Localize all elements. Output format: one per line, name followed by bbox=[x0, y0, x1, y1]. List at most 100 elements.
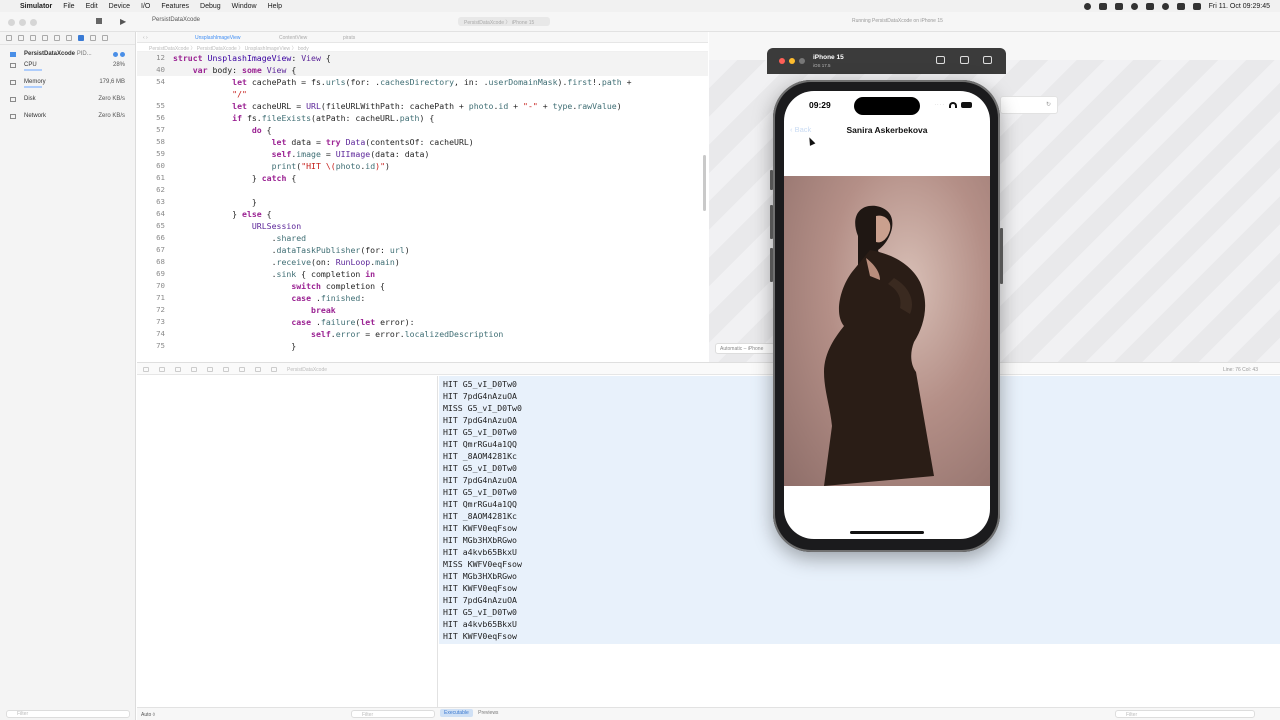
line-number[interactable]: 74 bbox=[137, 328, 165, 340]
line-number[interactable]: 57 bbox=[137, 124, 165, 136]
menu-clock[interactable]: Fri 11. Oct 09:29:45 bbox=[1209, 3, 1270, 10]
screen-mirroring-icon[interactable] bbox=[1130, 2, 1138, 10]
line-number[interactable]: 55 bbox=[137, 100, 165, 112]
home-icon[interactable] bbox=[936, 56, 945, 64]
location-icon[interactable] bbox=[271, 367, 277, 372]
tab-unsplashimageview[interactable]: UnsplashImageView bbox=[195, 35, 241, 41]
line-number[interactable]: 69 bbox=[137, 268, 165, 280]
line-number[interactable]: 68 bbox=[137, 256, 165, 268]
code-line[interactable]: 54 let cachePath = fs.urls(for: .cachesD… bbox=[137, 76, 708, 88]
navigator-filter-field[interactable]: Filter bbox=[6, 710, 130, 718]
line-number[interactable]: 54 bbox=[137, 76, 165, 88]
menu-edit[interactable]: Edit bbox=[86, 3, 98, 10]
code-line[interactable]: 75 } bbox=[137, 340, 708, 352]
line-text[interactable]: switch completion { bbox=[173, 280, 385, 292]
menu-features[interactable]: Features bbox=[161, 3, 189, 10]
line-text[interactable]: let cacheURL = URL(fileURLWithPath: cach… bbox=[173, 100, 622, 112]
test-icon[interactable] bbox=[66, 35, 72, 41]
step-out-icon[interactable] bbox=[207, 367, 213, 372]
preview-device-selector[interactable]: Automatic – iPhone bbox=[715, 343, 775, 354]
line-text[interactable]: print("HIT \(photo.id)") bbox=[173, 160, 390, 172]
stop-button[interactable] bbox=[96, 18, 102, 24]
line-number[interactable]: 62 bbox=[137, 184, 165, 196]
battery-icon[interactable] bbox=[1145, 2, 1154, 10]
iphone-screen[interactable]: 09:29 ···· ‹ Back Sanira Askerbekova bbox=[784, 91, 990, 539]
line-text[interactable]: break bbox=[173, 304, 336, 316]
jump-bar[interactable]: PersistDataXcode 〉 PersistDataXcode 〉 Un… bbox=[137, 43, 708, 52]
preview-card[interactable]: ↻ bbox=[1000, 96, 1058, 114]
memory-graph-icon[interactable] bbox=[239, 367, 245, 372]
code-line[interactable]: "/" bbox=[137, 88, 708, 100]
gauge-network[interactable]: Network Zero KB/s bbox=[0, 111, 135, 122]
code-line[interactable]: 56 if fs.fileExists(atPath: cacheURL.pat… bbox=[137, 112, 708, 124]
code-line[interactable]: 72 break bbox=[137, 304, 708, 316]
code-area[interactable]: 12 struct UnsplashImageView: View {40 var… bbox=[137, 52, 708, 352]
editor-scrollbar[interactable] bbox=[703, 155, 706, 211]
pause-icon[interactable] bbox=[159, 367, 165, 372]
line-text[interactable]: .sink { completion in bbox=[173, 268, 376, 280]
line-number[interactable]: 61 bbox=[137, 172, 165, 184]
menu-device[interactable]: Device bbox=[109, 3, 130, 10]
hide-debug-area-icon[interactable] bbox=[143, 367, 149, 372]
home-indicator[interactable] bbox=[850, 531, 924, 534]
menu-window[interactable]: Window bbox=[232, 3, 257, 10]
line-text[interactable]: } bbox=[173, 340, 296, 352]
code-line[interactable]: 63 } bbox=[137, 196, 708, 208]
code-line[interactable]: 12 struct UnsplashImageView: View { bbox=[137, 52, 708, 64]
code-line[interactable]: 67 .dataTaskPublisher(for: url) bbox=[137, 244, 708, 256]
line-text[interactable]: self.image = UIImage(data: data) bbox=[173, 148, 430, 160]
side-button[interactable] bbox=[1000, 228, 1003, 284]
photo-image[interactable] bbox=[784, 176, 990, 486]
line-number[interactable]: 56 bbox=[137, 112, 165, 124]
folder-icon[interactable] bbox=[6, 35, 12, 41]
console-filter-field[interactable]: Filter bbox=[351, 710, 435, 718]
line-text[interactable]: let data = try Data(contentsOf: cacheURL… bbox=[173, 136, 474, 148]
window-zoom-button[interactable] bbox=[30, 19, 37, 26]
line-text[interactable]: self.error = error.localizedDescription bbox=[173, 328, 503, 340]
line-number[interactable]: 40 bbox=[137, 64, 165, 76]
line-number[interactable]: 60 bbox=[137, 160, 165, 172]
code-line[interactable]: 65 URLSession bbox=[137, 220, 708, 232]
line-text[interactable]: URLSession bbox=[173, 220, 301, 232]
refresh-icon[interactable]: ↻ bbox=[1046, 102, 1051, 108]
simulator-title-bar[interactable]: iPhone 15 iOS 17.5 bbox=[767, 48, 1006, 74]
window-minimize-button[interactable] bbox=[19, 19, 26, 26]
line-number[interactable]: 73 bbox=[137, 316, 165, 328]
tab-contentview[interactable]: ContentView bbox=[279, 35, 307, 41]
window-close-button[interactable] bbox=[8, 19, 15, 26]
line-number[interactable]: 71 bbox=[137, 292, 165, 304]
code-line[interactable]: 55 let cacheURL = URL(fileURLWithPath: c… bbox=[137, 100, 708, 112]
source-control-icon[interactable] bbox=[18, 35, 24, 41]
line-number[interactable]: 65 bbox=[137, 220, 165, 232]
code-line[interactable]: 73 case .failure(let error): bbox=[137, 316, 708, 328]
volume-up-button[interactable] bbox=[770, 205, 773, 239]
code-line[interactable]: 40 var body: some View { bbox=[137, 64, 708, 76]
find-icon[interactable] bbox=[42, 35, 48, 41]
breakpoint-icon[interactable] bbox=[90, 35, 96, 41]
line-number[interactable]: 72 bbox=[137, 304, 165, 316]
gauge-cpu[interactable]: CPU 28% bbox=[0, 60, 135, 71]
symbol-icon[interactable] bbox=[30, 35, 36, 41]
menu-help[interactable]: Help bbox=[268, 3, 282, 10]
line-text[interactable]: } else { bbox=[173, 208, 271, 220]
line-number[interactable]: 64 bbox=[137, 208, 165, 220]
line-text[interactable]: .receive(on: RunLoop.main) bbox=[173, 256, 400, 268]
dropbox-icon[interactable] bbox=[1098, 2, 1107, 10]
record-icon[interactable] bbox=[1083, 2, 1091, 10]
line-number[interactable]: 59 bbox=[137, 148, 165, 160]
segment-executable[interactable]: Executable bbox=[440, 709, 473, 717]
line-text[interactable]: case .failure(let error): bbox=[173, 316, 414, 328]
scheme-selector[interactable]: PersistDataXcode 〉 iPhone 15 bbox=[458, 17, 550, 26]
code-line[interactable]: 74 self.error = error.localizedDescripti… bbox=[137, 328, 708, 340]
code-line[interactable]: 59 self.image = UIImage(data: data) bbox=[137, 148, 708, 160]
segment-previews[interactable]: Previews bbox=[474, 709, 502, 717]
line-number[interactable]: 66 bbox=[137, 232, 165, 244]
line-number[interactable]: 70 bbox=[137, 280, 165, 292]
right-filter-field[interactable]: Filter bbox=[1115, 710, 1255, 718]
code-line[interactable]: 57 do { bbox=[137, 124, 708, 136]
action-button[interactable] bbox=[770, 170, 773, 190]
volume-down-button[interactable] bbox=[770, 248, 773, 282]
issue-icon[interactable] bbox=[54, 35, 60, 41]
sim-close-button[interactable] bbox=[779, 58, 785, 64]
line-text[interactable]: .dataTaskPublisher(for: url) bbox=[173, 244, 410, 256]
